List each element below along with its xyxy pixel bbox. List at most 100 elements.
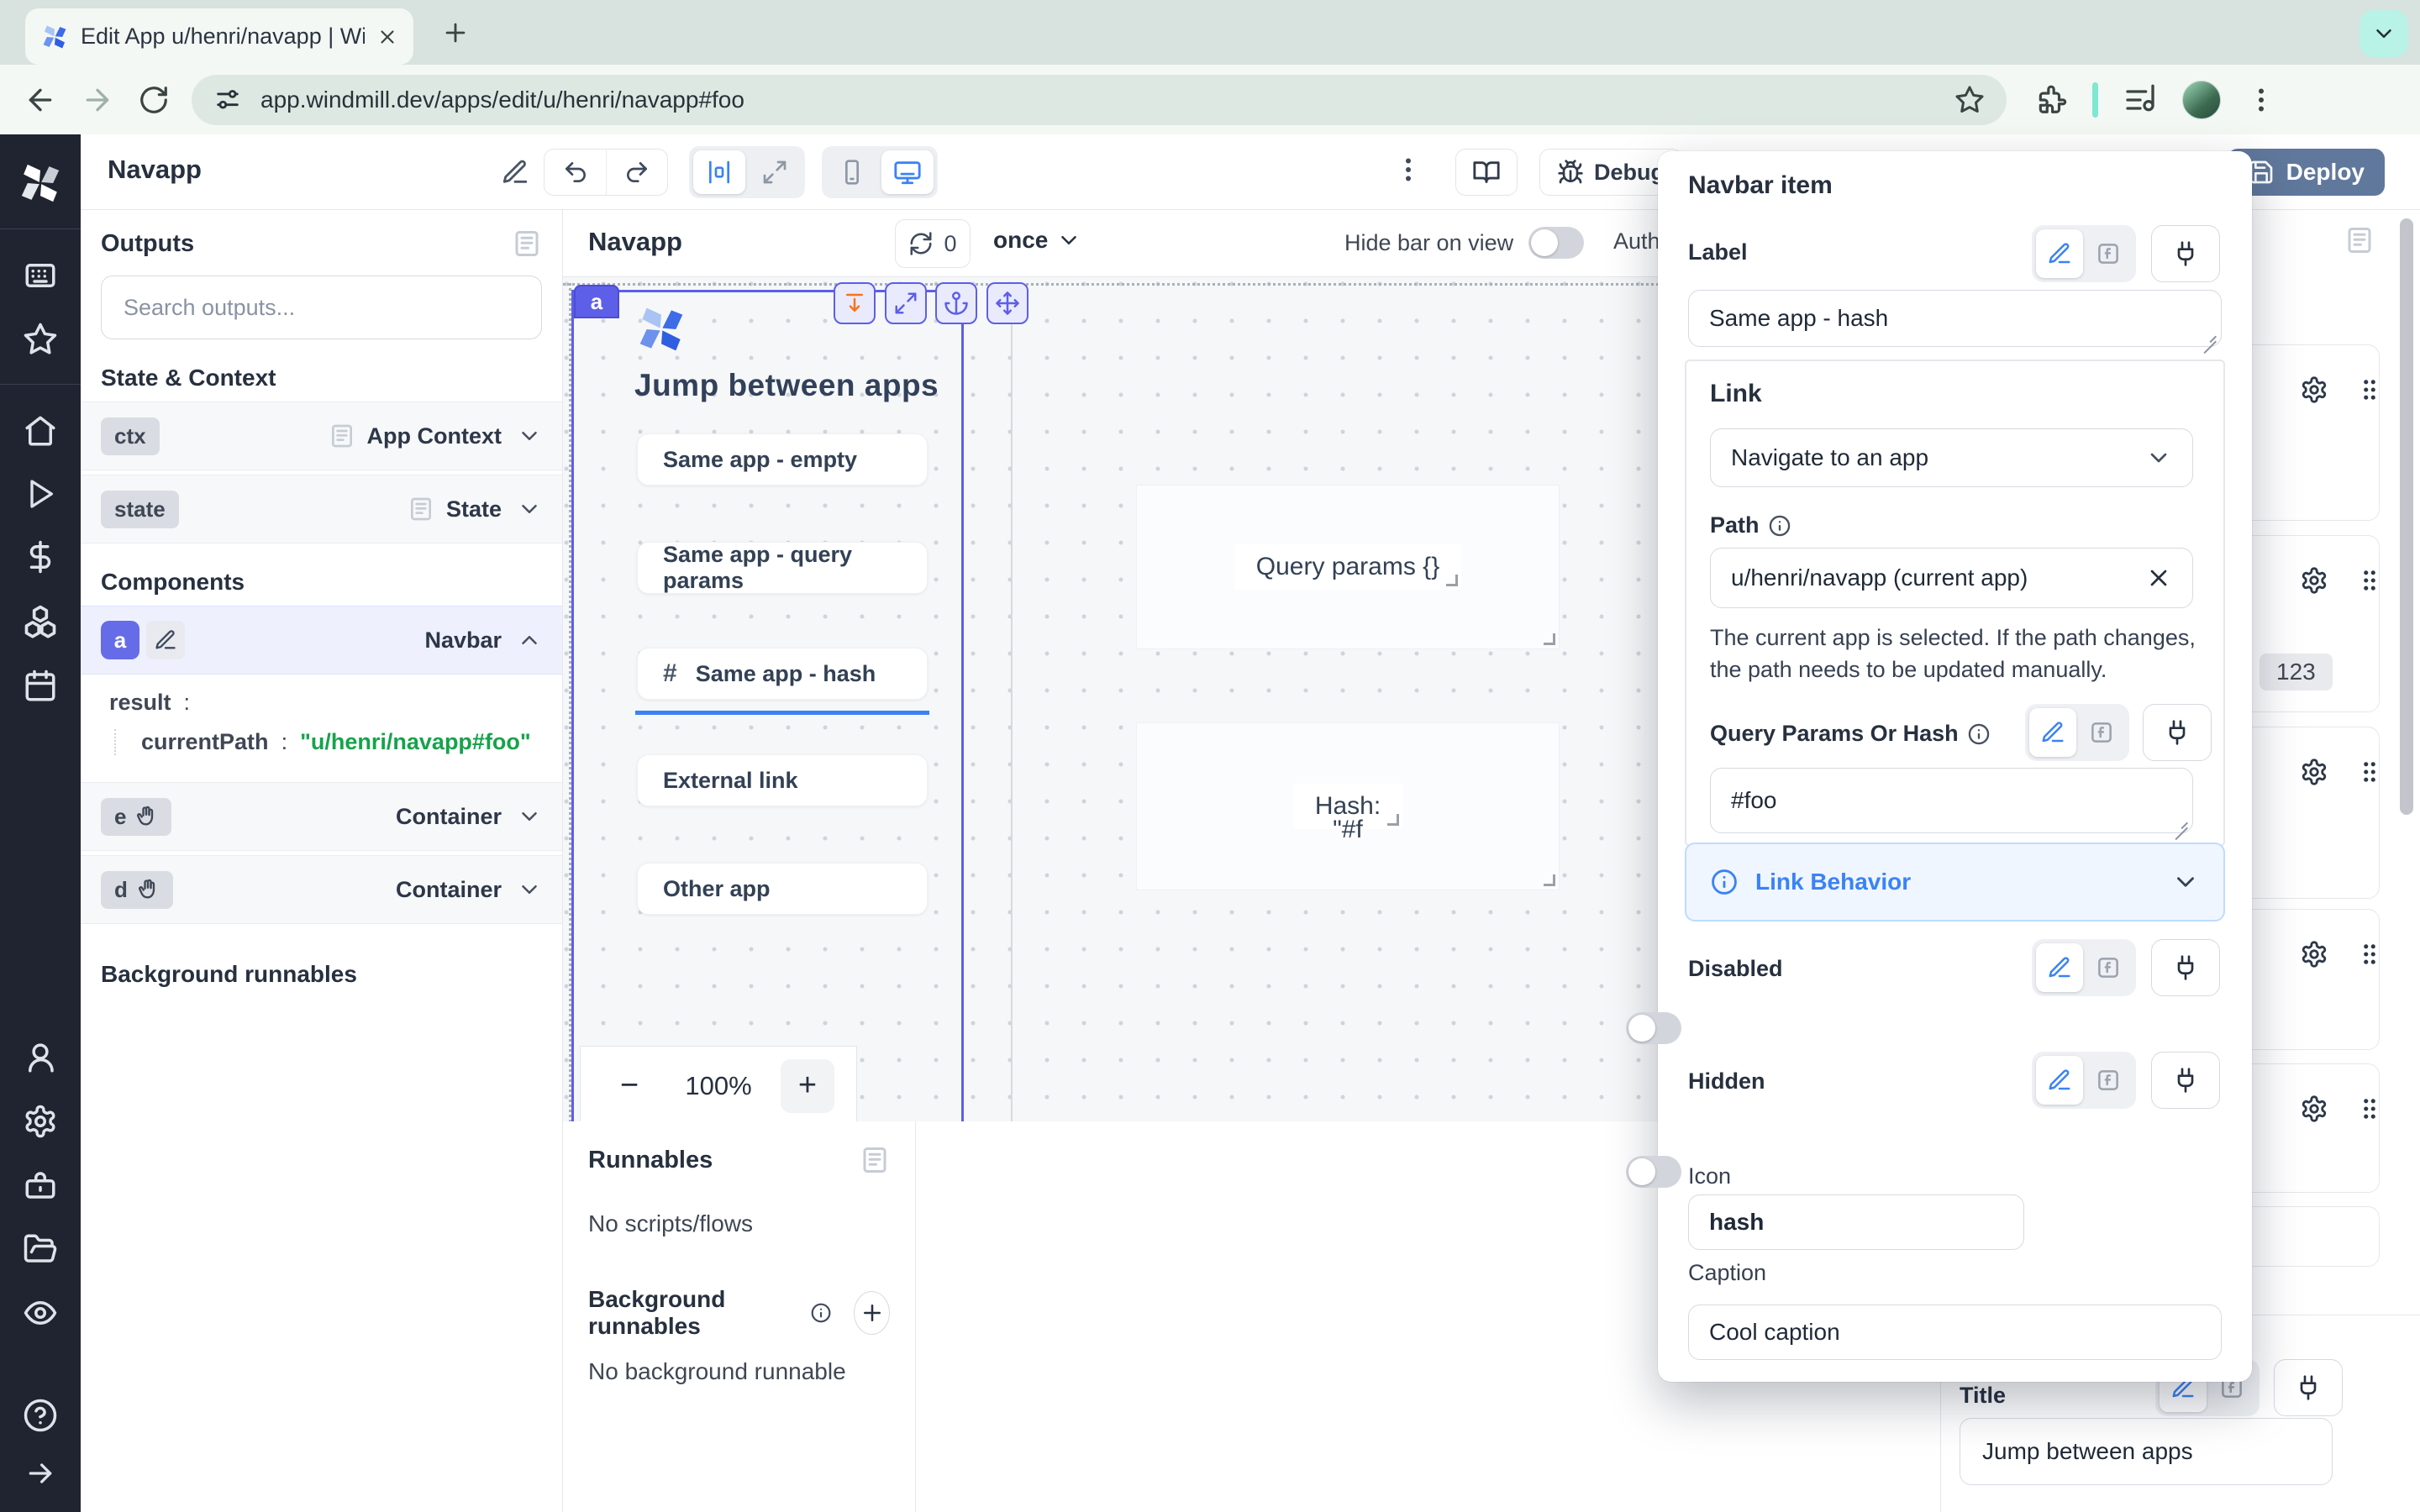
nav-item-external-link[interactable]: External link [637, 754, 928, 806]
static-value-button[interactable] [2036, 943, 2083, 992]
path-input[interactable]: u/henri/navapp (current app) [1710, 548, 2193, 608]
chevron-down-icon[interactable] [517, 496, 542, 522]
component-row-navbar[interactable]: a Navbar [81, 606, 562, 675]
nav-item-same-app-empty[interactable]: Same app - empty [637, 433, 928, 486]
gear-icon[interactable] [2300, 940, 2328, 969]
chevron-down-icon[interactable] [517, 877, 542, 902]
zoom-out-button[interactable]: − [602, 1059, 656, 1113]
refresh-count-button[interactable]: 0 [895, 219, 971, 268]
windmill-logo[interactable] [17, 160, 64, 207]
expand-sidebar-icon[interactable] [24, 1457, 57, 1490]
info-icon[interactable] [1967, 722, 1991, 746]
media-playlist-icon[interactable] [2123, 83, 2157, 117]
chevron-up-icon[interactable] [517, 627, 542, 653]
output-row-state[interactable]: state State [81, 475, 562, 543]
reload-button[interactable] [138, 84, 170, 116]
sidebar-item-audit-icon[interactable] [23, 1295, 58, 1331]
caption-input[interactable]: Cool caption [1688, 1305, 2222, 1360]
resize-corner[interactable] [1544, 633, 1555, 645]
mobile-view-button[interactable] [826, 150, 878, 194]
full-width-layout-button[interactable] [749, 150, 801, 194]
title-input[interactable]: Jump between apps [1960, 1418, 2333, 1485]
help-icon[interactable] [23, 1398, 58, 1433]
chevron-down-icon[interactable] [517, 423, 542, 449]
sidebar-item-resources-icon[interactable] [22, 603, 59, 640]
sidebar-item-home-icon[interactable] [23, 413, 58, 449]
nav-item-same-app-hash[interactable]: # Same app - hash [637, 648, 928, 700]
drag-handle-icon[interactable] [2355, 566, 2384, 595]
static-value-button[interactable] [2036, 1056, 2083, 1105]
centered-layout-button[interactable] [693, 150, 745, 194]
container-divider[interactable] [1011, 283, 1013, 1121]
rename-pencil-icon[interactable] [146, 621, 185, 659]
drag-handle-icon[interactable] [2355, 1095, 2384, 1123]
info-icon[interactable] [810, 1299, 832, 1326]
chevron-down-icon[interactable] [517, 804, 542, 829]
browser-tab[interactable]: Edit App u/henri/navapp | Win [25, 8, 413, 65]
static-value-button[interactable] [2036, 229, 2083, 278]
zoom-in-button[interactable]: + [781, 1059, 834, 1113]
back-button[interactable] [24, 83, 57, 117]
hash-panel[interactable]: Hash: "#f [1136, 722, 1560, 890]
connect-button[interactable] [2143, 704, 2212, 761]
current-path-value[interactable]: "u/henri/navapp#foo" [300, 729, 531, 754]
sidebar-item-apps-icon[interactable] [23, 258, 58, 293]
site-settings-icon[interactable] [213, 86, 242, 114]
anchor-component-button[interactable] [935, 282, 977, 324]
bookmark-star-icon[interactable] [1954, 85, 1985, 115]
sidebar-item-schedules-icon[interactable] [23, 669, 58, 704]
new-tab-button[interactable] [441, 18, 470, 47]
nav-item-other-app[interactable]: Other app [637, 863, 928, 915]
address-bar[interactable]: app.windmill.dev/apps/edit/u/henri/navap… [192, 75, 2007, 125]
gear-icon[interactable] [2300, 758, 2328, 786]
current-path-key[interactable]: currentPath [141, 729, 269, 754]
resize-corner[interactable] [1446, 575, 1458, 586]
drag-handle-icon[interactable] [2355, 758, 2384, 786]
connect-button[interactable] [2151, 939, 2220, 996]
resize-handle[interactable] [2175, 815, 2188, 828]
sidebar-item-variables-icon[interactable] [23, 539, 58, 575]
scrollbar-thumb[interactable] [2400, 218, 2413, 815]
extensions-icon[interactable] [2035, 84, 2067, 116]
connect-button[interactable] [2274, 1359, 2343, 1416]
link-type-select[interactable]: Navigate to an app [1710, 428, 2193, 487]
disabled-toggle[interactable] [1626, 1012, 1681, 1044]
undo-button[interactable] [544, 150, 606, 195]
more-options-icon[interactable] [1393, 155, 1423, 185]
expression-button[interactable] [2085, 943, 2132, 992]
nav-item-same-app-query-params[interactable]: Same app - query params [637, 542, 928, 594]
expand-down-button[interactable] [834, 282, 876, 324]
refresh-mode-select[interactable]: once [993, 227, 1081, 254]
doc-icon[interactable] [408, 496, 434, 522]
browser-menu-icon[interactable] [2246, 85, 2276, 115]
tab-close-icon[interactable] [376, 26, 398, 48]
connect-button[interactable] [2151, 225, 2220, 282]
link-behavior-accordion[interactable]: Link Behavior [1685, 843, 2225, 921]
component-row-container-d[interactable]: d Container [81, 855, 562, 924]
docs-button[interactable] [1455, 149, 1518, 196]
expression-button[interactable] [2085, 229, 2132, 278]
connect-button[interactable] [2151, 1052, 2220, 1109]
add-background-runnable-button[interactable] [854, 1291, 890, 1335]
doc-icon[interactable] [329, 423, 355, 449]
expression-button[interactable] [2078, 708, 2125, 757]
sidebar-item-workers-icon[interactable] [23, 1168, 58, 1203]
gear-icon[interactable] [2300, 1095, 2328, 1123]
avatar[interactable] [2182, 81, 2221, 119]
drag-handle-icon[interactable] [2355, 375, 2384, 404]
result-key[interactable]: result [109, 690, 171, 715]
resize-handle[interactable] [2203, 328, 2217, 342]
hide-bar-toggle[interactable] [1528, 227, 1584, 259]
desktop-view-button[interactable] [881, 150, 934, 194]
output-row-ctx[interactable]: ctx App Context [81, 402, 562, 470]
forward-button[interactable] [81, 83, 114, 117]
info-icon[interactable] [1768, 514, 1791, 538]
hidden-toggle[interactable] [1626, 1156, 1681, 1188]
component-row-container-e[interactable]: e Container [81, 782, 562, 851]
redo-button[interactable] [606, 150, 667, 195]
tab-search-button[interactable] [2360, 10, 2408, 57]
panel-doc-icon[interactable] [2344, 225, 2375, 255]
resize-corner[interactable] [1544, 874, 1555, 886]
search-input[interactable] [101, 276, 542, 339]
drag-handle-icon[interactable] [2355, 940, 2384, 969]
